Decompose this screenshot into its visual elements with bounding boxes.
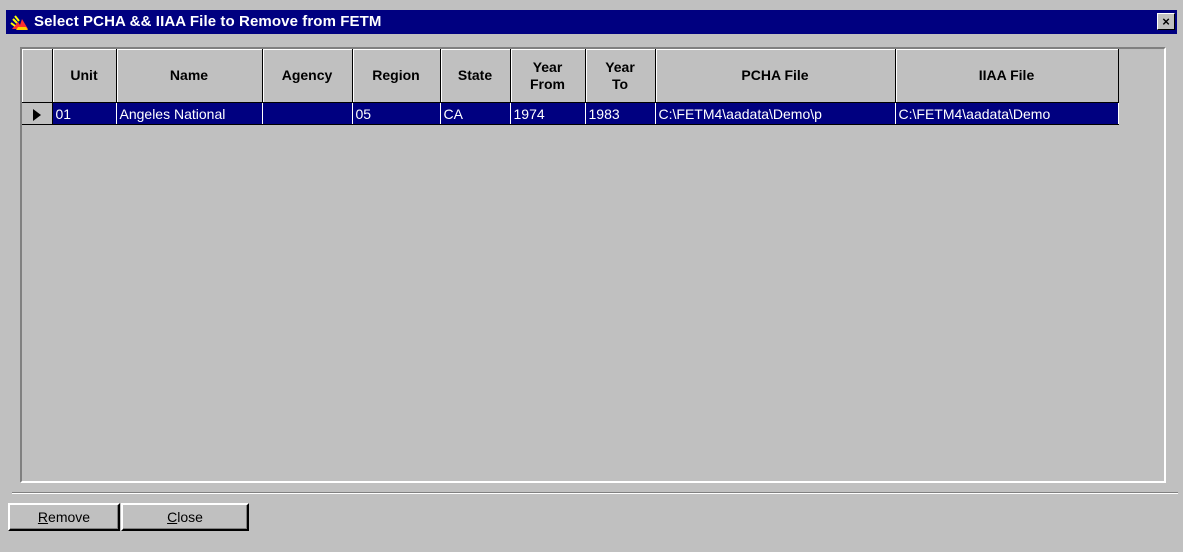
cell-state[interactable]: CA (440, 102, 511, 125)
close-button[interactable]: Close (121, 503, 249, 531)
column-header-name[interactable]: Name (116, 49, 263, 103)
remove-button[interactable]: Remove (8, 503, 120, 531)
title-bar[interactable]: Select PCHA && IIAA File to Remove from … (6, 10, 1177, 34)
file-table: Unit Name Agency Region State Year From … (22, 49, 1119, 125)
cell-year-to[interactable]: 1983 (585, 102, 656, 125)
dialog-window: Select PCHA && IIAA File to Remove from … (0, 0, 1183, 552)
cell-unit[interactable]: 01 (52, 102, 117, 125)
column-header-iiaa-file[interactable]: IIAA File (895, 49, 1119, 103)
window-title: Select PCHA && IIAA File to Remove from … (34, 13, 382, 30)
remove-button-label: emove (48, 509, 91, 525)
column-header-pcha-file[interactable]: PCHA File (655, 49, 896, 103)
column-header-unit[interactable]: Unit (52, 49, 117, 103)
fire-icon (10, 13, 30, 31)
column-header-year-to[interactable]: Year To (585, 49, 656, 103)
file-grid[interactable]: Unit Name Agency Region State Year From … (20, 47, 1166, 483)
column-header-region[interactable]: Region (352, 49, 441, 103)
cell-iiaa-file[interactable]: C:\FETM4\aadata\Demo (895, 102, 1119, 125)
column-header-year-from[interactable]: Year From (510, 49, 586, 103)
cell-name[interactable]: Angeles National (116, 102, 263, 125)
header-row: Unit Name Agency Region State Year From … (22, 49, 1119, 103)
close-button-accelerator: C (167, 509, 178, 525)
current-row-pointer-icon (32, 108, 41, 121)
close-button-label: lose (177, 509, 203, 525)
row-indicator[interactable] (22, 102, 53, 125)
cell-region[interactable]: 05 (352, 102, 441, 125)
column-header-state[interactable]: State (440, 49, 511, 103)
close-window-button[interactable]: × (1157, 13, 1175, 30)
table-row[interactable]: 01 Angeles National 05 CA 1974 1983 C:\F… (22, 102, 1119, 125)
column-header-indicator (22, 49, 53, 103)
cell-year-from[interactable]: 1974 (510, 102, 586, 125)
cell-pcha-file[interactable]: C:\FETM4\aadata\Demo\p (655, 102, 896, 125)
cell-agency[interactable] (262, 102, 353, 125)
column-header-agency[interactable]: Agency (262, 49, 353, 103)
remove-button-accelerator: R (37, 509, 49, 525)
separator-line (12, 492, 1178, 494)
